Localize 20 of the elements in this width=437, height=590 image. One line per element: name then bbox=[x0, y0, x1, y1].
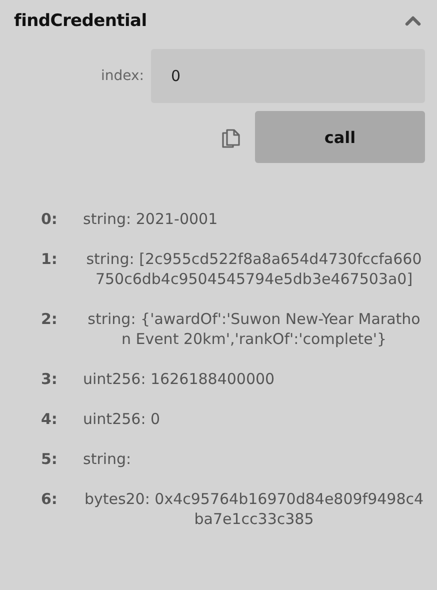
output-index: 3: bbox=[41, 369, 58, 389]
output-value: uint256: 0 bbox=[83, 409, 160, 429]
output-value: string: [2c955cd522f8a8a654d4730fccfa660750c6db4c9504545794e5db3e467503a0] bbox=[85, 249, 423, 289]
input-field[interactable]: 0 bbox=[151, 49, 425, 103]
output-index: 4: bbox=[41, 409, 58, 429]
output-index: 5: bbox=[41, 449, 58, 469]
output-value: string: 2021-0001 bbox=[83, 209, 218, 229]
output-value: bytes20: 0x4c95764b16970d84e809f9498c4ba7e1cc33c385 bbox=[83, 489, 425, 529]
field-label: index: bbox=[100, 68, 144, 84]
output-index: 1: bbox=[41, 249, 58, 269]
output-index: 0: bbox=[41, 209, 58, 229]
output-value: string: bbox=[83, 449, 132, 469]
function-title: findCredential bbox=[14, 11, 147, 31]
output-value: uint256: 1626188400000 bbox=[83, 369, 275, 389]
output-index: 2: bbox=[41, 309, 58, 329]
call-button[interactable]: call bbox=[255, 111, 425, 163]
output-value: string: {'awardOf':'Suwon New-Year Marathon Event 20km','rankOf':'complete'} bbox=[86, 309, 422, 349]
output-index: 6: bbox=[41, 489, 58, 509]
collapse-chevron-icon[interactable] bbox=[405, 16, 421, 26]
copy-icon[interactable] bbox=[221, 126, 241, 148]
